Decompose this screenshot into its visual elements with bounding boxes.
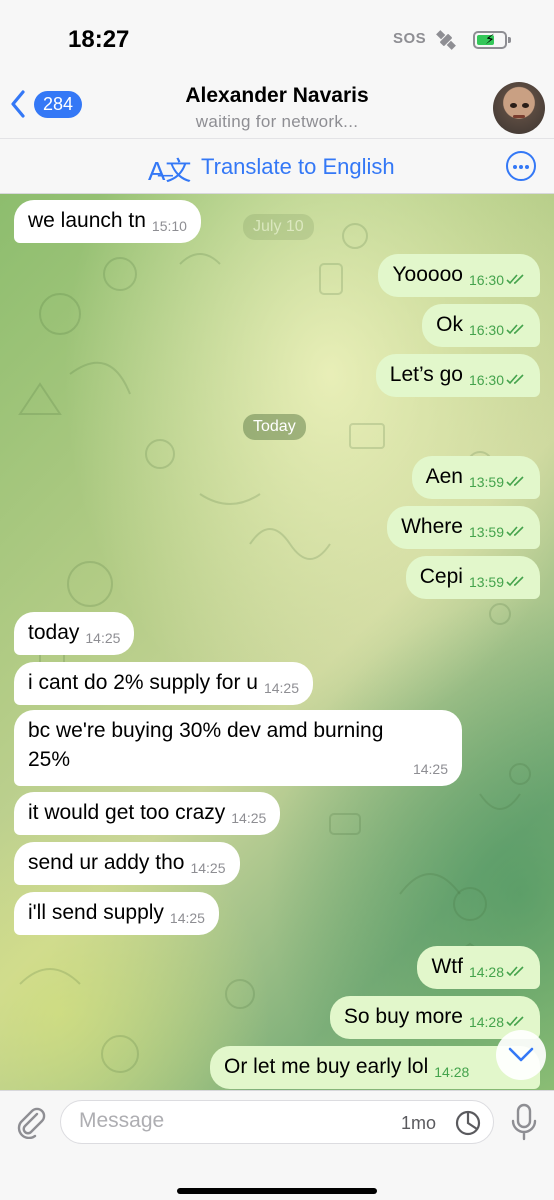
satellite-icon: [436, 30, 456, 50]
read-ticks-icon: [506, 576, 524, 587]
read-ticks-icon: [506, 324, 524, 335]
message-outgoing[interactable]: Yooooo 16:30: [378, 254, 540, 297]
sticker-icon[interactable]: [455, 1110, 481, 1136]
message-incoming[interactable]: we launch tn 15:10: [14, 200, 201, 243]
status-bar: 18:27 SOS ⚡: [0, 0, 554, 70]
message-list[interactable]: July 10 we launch tn 15:10 Yooooo 16:30 Ok…: [0, 194, 554, 1090]
scroll-to-bottom-button[interactable]: [496, 1030, 546, 1080]
avatar[interactable]: [493, 82, 545, 134]
message-outgoing[interactable]: Let’s go 16:30: [375, 354, 540, 397]
home-indicator: [177, 1188, 377, 1194]
message-incoming[interactable]: i cant do 2% supply for u 14:25: [14, 662, 314, 705]
date-separator: Today: [243, 414, 306, 440]
message-outgoing[interactable]: Cepi 13:59: [405, 556, 540, 599]
translate-bar: A̶文 Translate to English: [0, 138, 554, 194]
connection-status: waiting for network...: [195, 112, 359, 131]
message-incoming[interactable]: today 14:25: [14, 612, 135, 655]
message-field[interactable]: 1mo: [60, 1100, 494, 1144]
translate-icon: A̶文: [148, 156, 192, 186]
microphone-icon[interactable]: [510, 1103, 538, 1141]
message-outgoing[interactable]: Where 13:59: [387, 506, 540, 549]
message-incoming[interactable]: it would get too crazy 14:25: [14, 792, 281, 835]
message-incoming[interactable]: bc we're buying 30% dev amd burning 25% …: [14, 710, 462, 786]
chevron-down-icon: [508, 1047, 534, 1062]
message-outgoing[interactable]: Ok 16:30: [422, 304, 540, 347]
chat-header: 284 Alexander Navaris waiting for networ…: [0, 70, 554, 138]
read-ticks-icon: [506, 526, 524, 537]
attach-icon[interactable]: [15, 1105, 47, 1139]
read-ticks-icon: [506, 476, 524, 487]
message-outgoing[interactable]: Aen 13:59: [411, 456, 540, 499]
read-ticks-icon: [506, 966, 524, 977]
contact-name[interactable]: Alexander Navaris: [0, 84, 554, 108]
message-incoming[interactable]: send ur addy tho 14:25: [14, 842, 240, 885]
message-incoming[interactable]: i'll send supply 14:25: [14, 892, 219, 935]
message-outgoing[interactable]: Wtf 14:28: [417, 946, 540, 989]
translate-button[interactable]: Translate to English: [201, 154, 395, 180]
composer: 1mo: [0, 1090, 554, 1200]
read-ticks-icon: [506, 1016, 524, 1027]
message-outgoing[interactable]: Or let me buy early lol 14:28: [210, 1046, 540, 1089]
read-ticks-icon: [506, 274, 524, 285]
battery-icon: ⚡: [473, 31, 511, 49]
sos-indicator: SOS: [393, 30, 427, 47]
clock: 18:27: [68, 26, 130, 53]
more-options-icon[interactable]: [506, 151, 536, 181]
date-separator: July 10: [243, 214, 314, 240]
read-ticks-icon: [506, 374, 524, 385]
message-input[interactable]: [79, 1109, 379, 1133]
auto-delete-timer[interactable]: 1mo: [401, 1113, 436, 1134]
